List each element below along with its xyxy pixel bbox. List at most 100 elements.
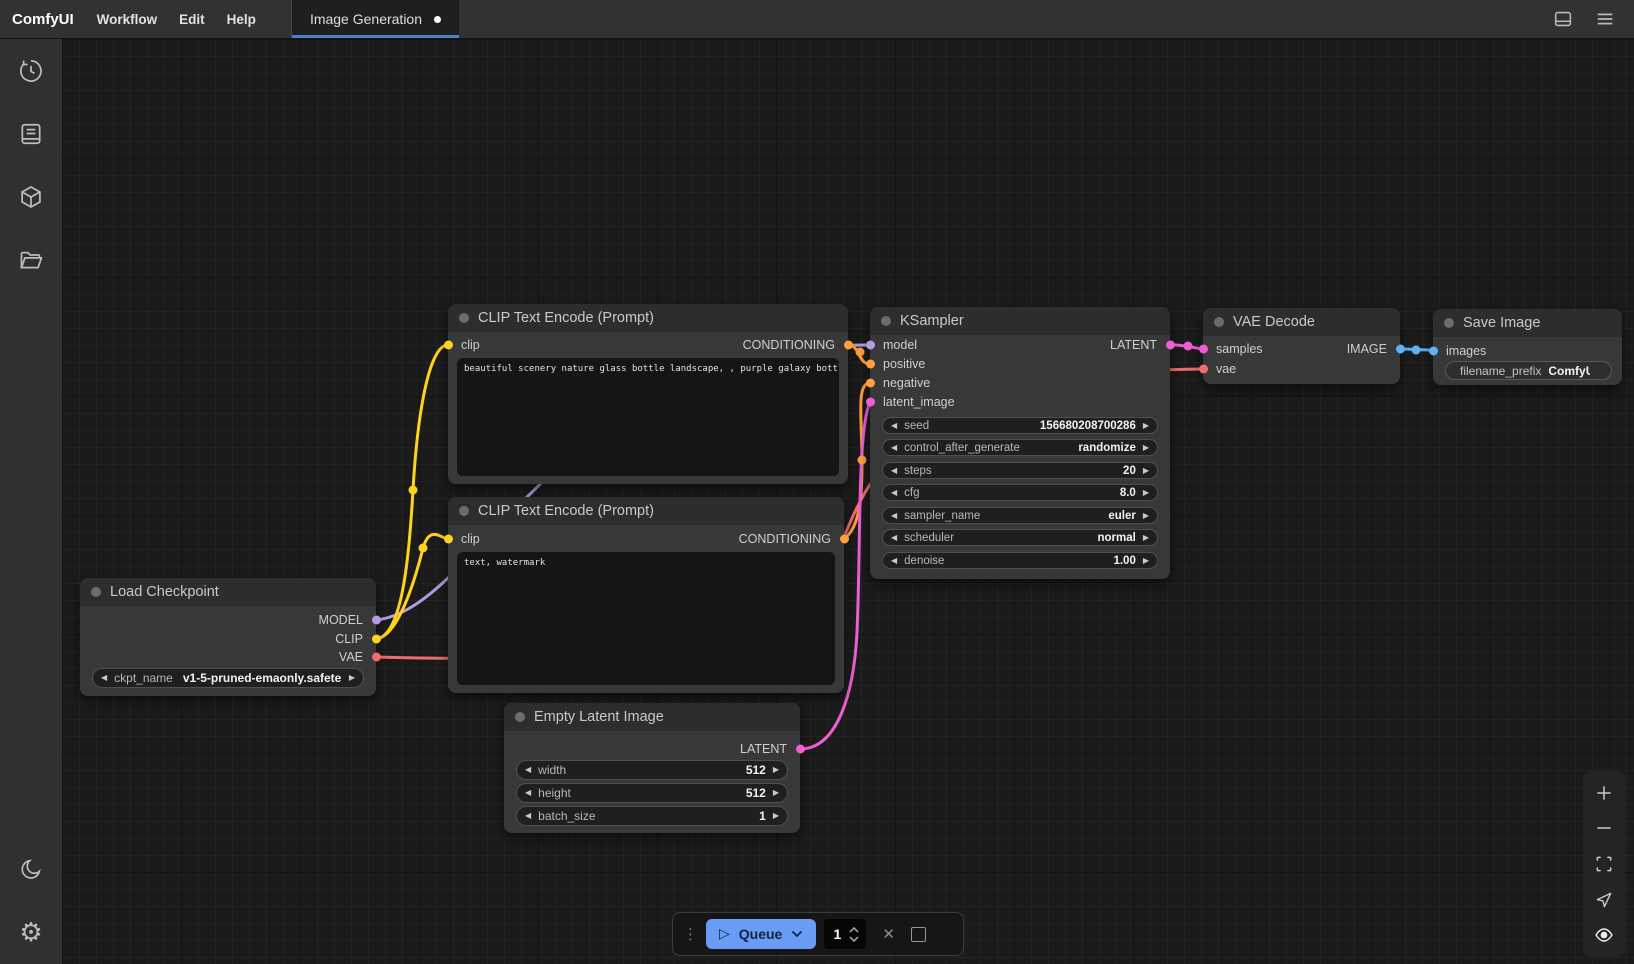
node-ksampler[interactable]: KSampler model LATENT positive negative … (870, 307, 1170, 579)
queue-button[interactable]: ▷ Queue (706, 919, 816, 949)
chevron-up-icon[interactable] (849, 927, 859, 933)
output-slot-vae[interactable]: VAE (80, 648, 376, 666)
widget-sampler-name[interactable]: ◀ sampler_name euler ▶ (882, 507, 1158, 524)
slot-dot-clip[interactable] (372, 635, 381, 644)
output-slot-latent[interactable]: LATENT (504, 740, 800, 758)
node-clip-text-encode-positive[interactable]: CLIP Text Encode (Prompt) clip CONDITION… (448, 304, 848, 484)
slot-dot-clip-input[interactable] (444, 535, 453, 544)
next-value-icon[interactable]: ▶ (1143, 467, 1149, 475)
input-slot-latent-image[interactable]: latent_image (870, 393, 1170, 411)
collapse-dot[interactable] (515, 712, 525, 722)
batch-count-value[interactable]: 1 (831, 926, 843, 942)
menu-edit[interactable]: Edit (168, 0, 216, 38)
widget-denoise[interactable]: ◀ denoise 1.00 ▶ (882, 552, 1158, 569)
slot-dot-clip-input[interactable] (444, 341, 453, 350)
widget-ckpt-name[interactable]: ◀ ckpt_name v1-5-pruned-emaonly.safete..… (92, 668, 364, 688)
prev-value-icon[interactable]: ◀ (525, 766, 531, 774)
graph-canvas[interactable] (62, 39, 1634, 964)
node-title-bar[interactable]: Empty Latent Image (504, 703, 800, 731)
prev-value-icon[interactable]: ◀ (891, 557, 897, 565)
output-slot-clip[interactable]: CLIP (80, 630, 376, 648)
next-value-icon[interactable]: ▶ (1143, 512, 1149, 520)
output-slot-image[interactable]: IMAGE (1203, 340, 1400, 358)
slot-dot-conditioning-output[interactable] (840, 535, 849, 544)
next-value-icon[interactable]: ▶ (1143, 557, 1149, 565)
prev-value-icon[interactable]: ◀ (525, 789, 531, 797)
input-slot-negative[interactable]: negative (870, 374, 1170, 392)
slot-dot-latent[interactable] (796, 745, 805, 754)
prompt-text-field[interactable]: beautiful scenery nature glass bottle la… (457, 358, 839, 476)
select-mode-button[interactable] (1594, 890, 1614, 910)
node-load-checkpoint[interactable]: Load Checkpoint MODEL CLIP VAE ◀ ckpt_na… (80, 578, 376, 696)
prev-value-icon[interactable]: ◀ (891, 422, 897, 430)
drag-handle-icon[interactable]: ⋮ (683, 925, 698, 943)
prompt-text-field[interactable]: text, watermark (457, 552, 835, 685)
next-value-icon[interactable]: ▶ (1143, 444, 1149, 452)
sidebar-item-workflows[interactable] (0, 228, 62, 291)
widget-scheduler[interactable]: ◀ scheduler normal ▶ (882, 529, 1158, 546)
stop-icon[interactable] (911, 927, 926, 942)
input-slot-images[interactable]: images (1433, 342, 1622, 360)
slot-dot-conditioning-output[interactable] (844, 341, 853, 350)
next-value-icon[interactable]: ▶ (349, 674, 355, 682)
next-value-icon[interactable]: ▶ (773, 789, 779, 797)
widget-seed[interactable]: ◀ seed 156680208700286 ▶ (882, 417, 1158, 434)
widget-width[interactable]: ◀ width 512 ▶ (516, 760, 788, 780)
slot-dot-latent[interactable] (1166, 341, 1175, 350)
node-title-bar[interactable]: VAE Decode (1203, 308, 1400, 336)
collapse-dot[interactable] (459, 313, 469, 323)
slot-dot-vae[interactable] (372, 653, 381, 662)
tab-image-generation[interactable]: Image Generation (291, 0, 459, 38)
input-slot-vae[interactable]: vae (1203, 360, 1400, 378)
prev-value-icon[interactable]: ◀ (891, 534, 897, 542)
output-slot-latent[interactable]: LATENT (870, 336, 1170, 354)
node-save-image[interactable]: Save Image images filename_prefix ComfyU… (1433, 309, 1622, 385)
input-slot-positive[interactable]: positive (870, 355, 1170, 373)
prev-value-icon[interactable]: ◀ (101, 674, 107, 682)
widget-batch-size[interactable]: ◀ batch_size 1 ▶ (516, 806, 788, 826)
widget-steps[interactable]: ◀ steps 20 ▶ (882, 462, 1158, 479)
slot-dot-model[interactable] (372, 616, 381, 625)
sidebar-item-node-library[interactable] (0, 165, 62, 228)
next-value-icon[interactable]: ▶ (1143, 489, 1149, 497)
node-title-bar[interactable]: Load Checkpoint (80, 578, 376, 606)
widget-cfg[interactable]: ◀ cfg 8.0 ▶ (882, 484, 1158, 501)
slot-dot-positive[interactable] (866, 360, 875, 369)
widget-control-after-generate[interactable]: ◀ control_after_generate randomize ▶ (882, 439, 1158, 456)
collapse-dot[interactable] (459, 506, 469, 516)
node-title-bar[interactable]: CLIP Text Encode (Prompt) (448, 497, 844, 525)
toggle-link-visibility-button[interactable] (1594, 925, 1614, 945)
prev-value-icon[interactable]: ◀ (891, 444, 897, 452)
theme-toggle-button[interactable] (0, 838, 62, 901)
zoom-out-button[interactable] (1594, 818, 1614, 838)
chevron-down-icon[interactable] (849, 936, 859, 942)
collapse-dot[interactable] (91, 587, 101, 597)
node-title-bar[interactable]: CLIP Text Encode (Prompt) (448, 304, 848, 332)
slot-dot-vae[interactable] (1199, 365, 1208, 374)
next-value-icon[interactable]: ▶ (1143, 534, 1149, 542)
bottom-panel-toggle-button[interactable] (1552, 8, 1574, 30)
collapse-dot[interactable] (1444, 318, 1454, 328)
prev-value-icon[interactable]: ◀ (525, 812, 531, 820)
slot-dot-latent-image[interactable] (866, 398, 875, 407)
sidebar-item-queue-log[interactable] (0, 102, 62, 165)
node-title-bar[interactable]: KSampler (870, 307, 1170, 335)
fit-view-button[interactable] (1594, 854, 1614, 874)
clear-queue-icon[interactable]: ✕ (882, 925, 895, 943)
collapse-dot[interactable] (881, 316, 891, 326)
collapse-dot[interactable] (1214, 317, 1224, 327)
node-vae-decode[interactable]: VAE Decode samples IMAGE vae (1203, 308, 1400, 384)
prev-value-icon[interactable]: ◀ (891, 467, 897, 475)
output-slot-model[interactable]: MODEL (80, 611, 376, 629)
next-value-icon[interactable]: ▶ (1143, 422, 1149, 430)
widget-filename-prefix[interactable]: filename_prefix ComfyUI (1445, 361, 1612, 380)
node-clip-text-encode-negative[interactable]: CLIP Text Encode (Prompt) clip CONDITION… (448, 497, 844, 693)
batch-count-stepper[interactable]: 1 (824, 919, 866, 949)
slot-dot-negative[interactable] (866, 379, 875, 388)
node-empty-latent-image[interactable]: Empty Latent Image LATENT ◀ width 512 ▶ … (504, 703, 800, 833)
next-value-icon[interactable]: ▶ (773, 766, 779, 774)
next-value-icon[interactable]: ▶ (773, 812, 779, 820)
prev-value-icon[interactable]: ◀ (891, 512, 897, 520)
sidebar-item-history[interactable] (0, 39, 62, 102)
slot-dot-image[interactable] (1396, 345, 1405, 354)
